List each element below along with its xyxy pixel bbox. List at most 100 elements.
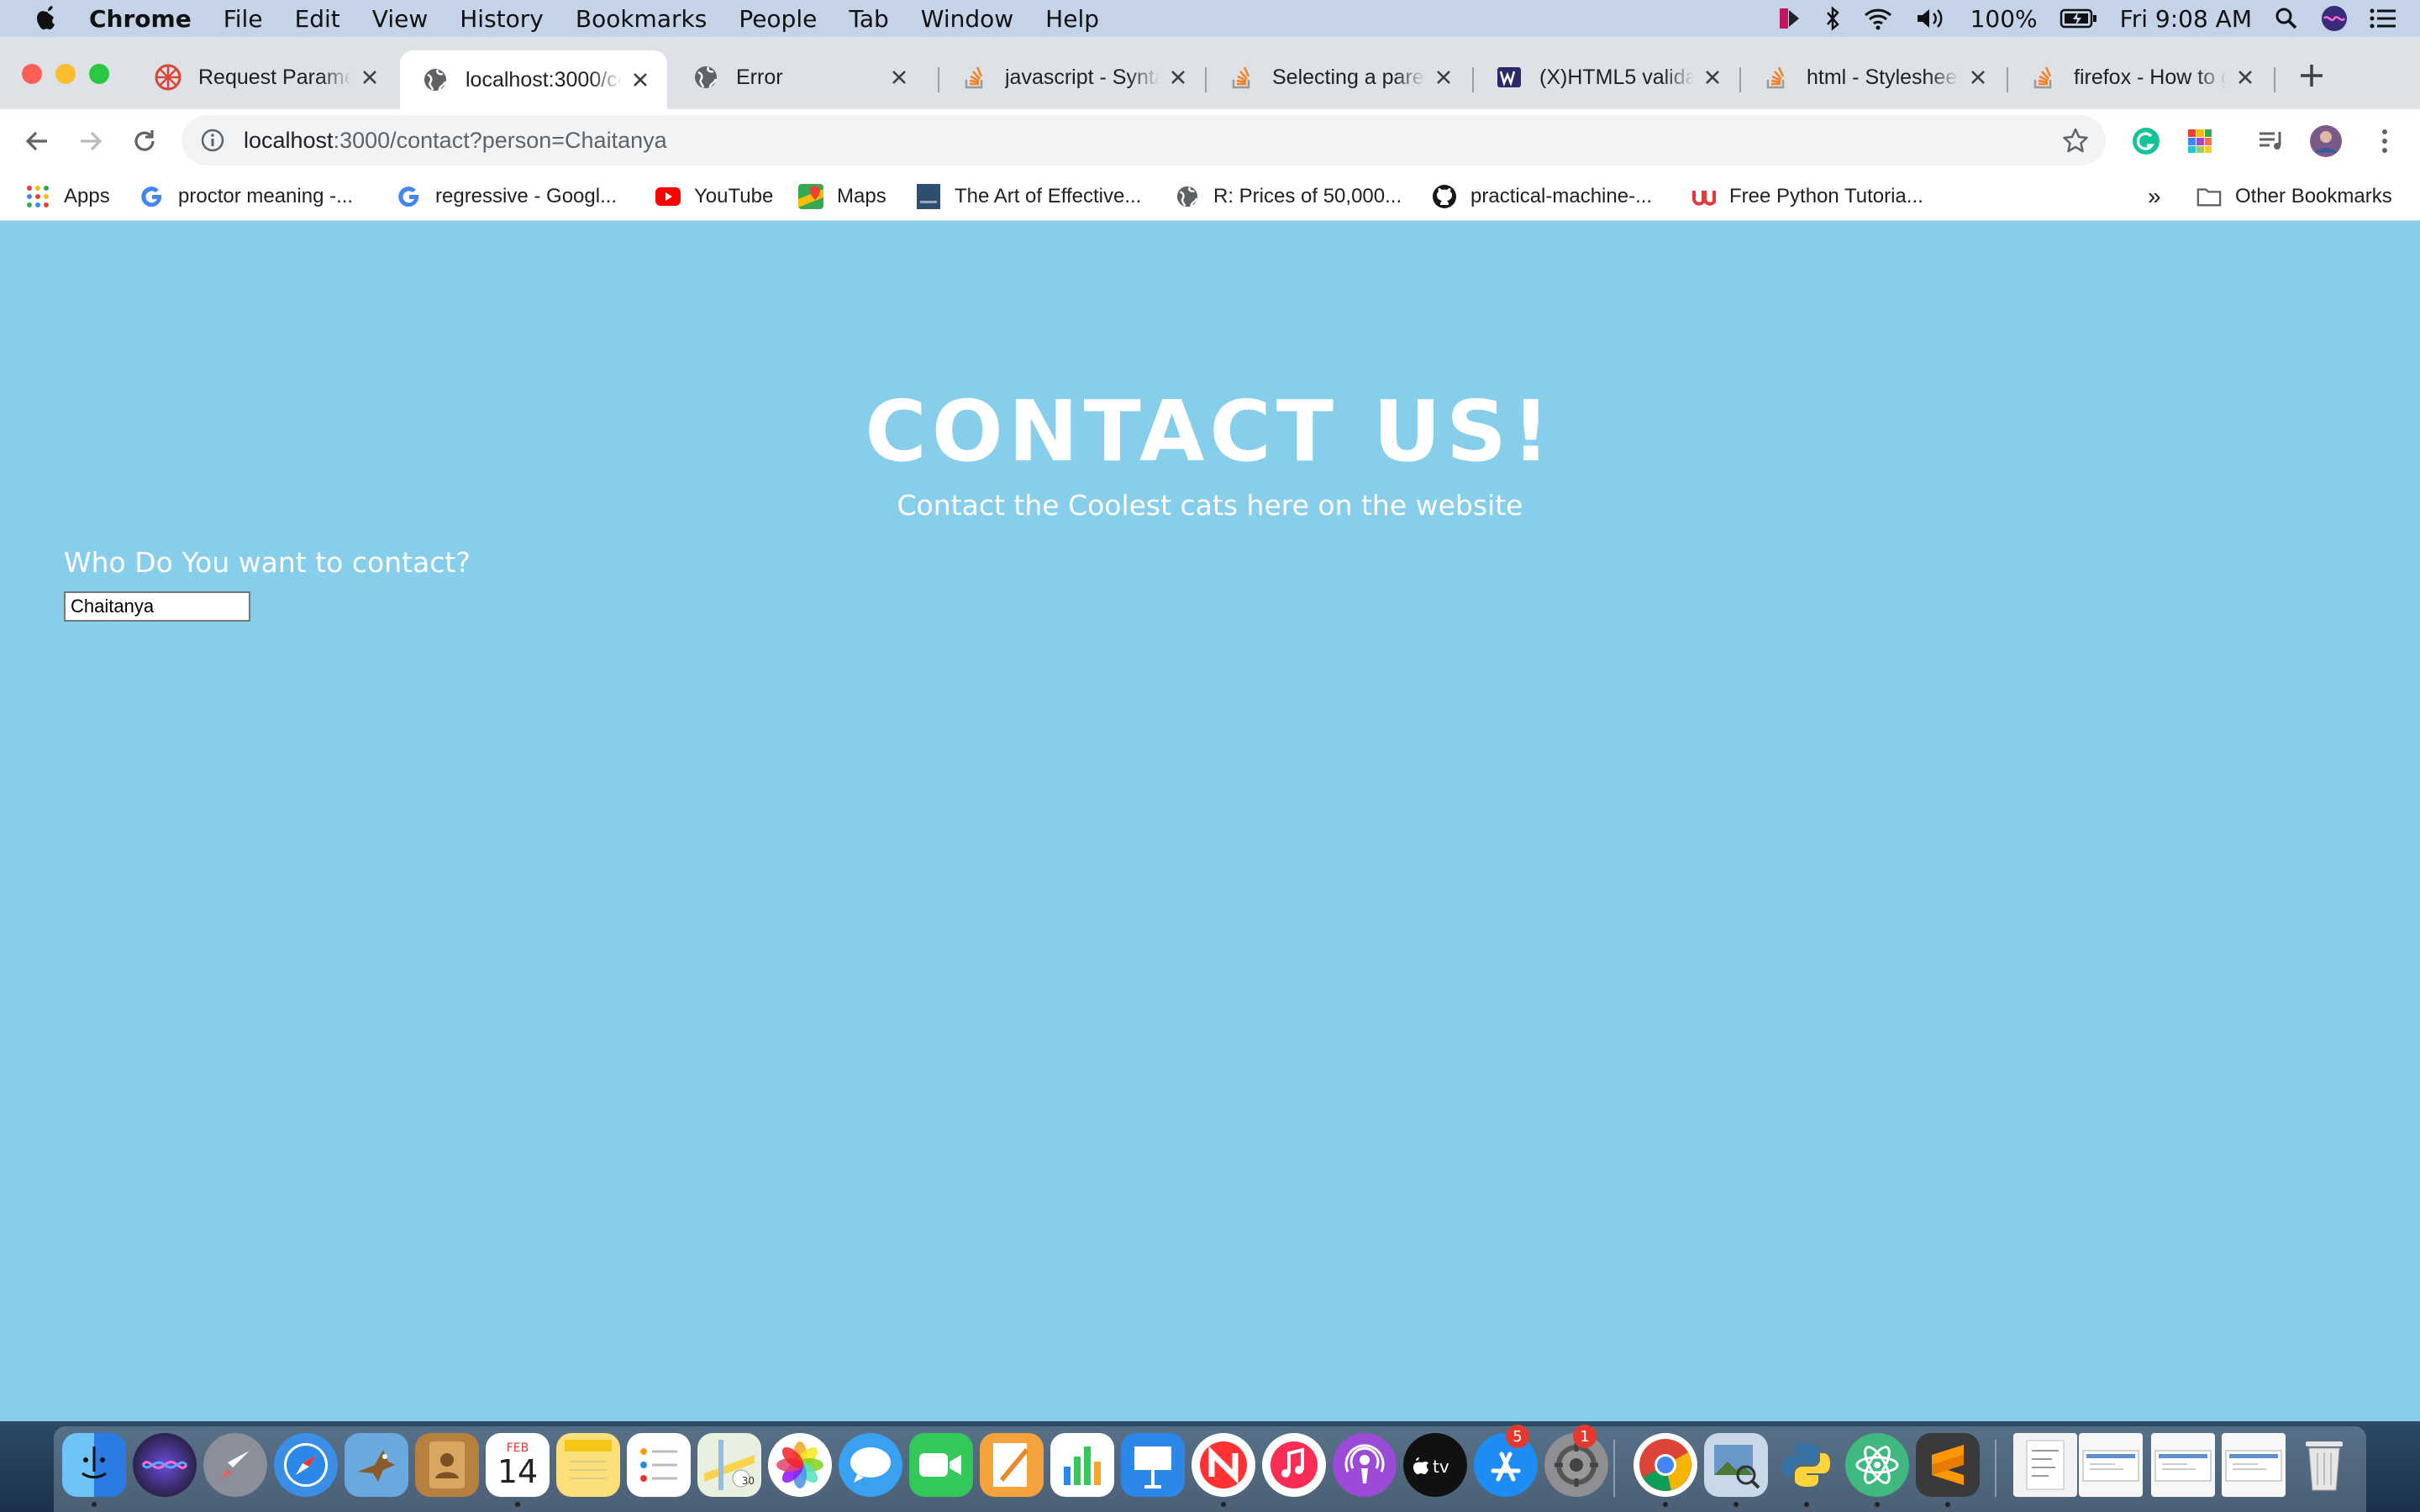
sublime-text-icon[interactable] [1916,1433,1980,1497]
close-tab-icon[interactable] [887,66,911,89]
reminders-icon[interactable] [627,1433,691,1497]
bookmark-practical-machine[interactable]: practical-machine-... [1432,173,1652,220]
bookmark-star-icon[interactable] [2062,127,2089,154]
screenshot-thumbnail-icon[interactable] [2079,1433,2143,1497]
bookmark-art-of-effective[interactable]: The Art of Effective... [916,173,1141,220]
mail-eagle-icon[interactable] [345,1433,408,1497]
browser-toolbar: localhost:3000/contact?person=Chaitanya [0,109,2420,173]
forward-button[interactable] [74,124,108,158]
bookmark-maps[interactable]: Maps [798,173,886,220]
chrome-menu-icon[interactable] [2368,124,2402,158]
bookmark-youtube[interactable]: YouTube [655,173,773,220]
wifi-icon[interactable] [1863,6,1893,31]
trash-icon[interactable] [2292,1433,2356,1497]
bookmark-apps[interactable]: Apps [25,173,110,220]
close-window-button[interactable] [22,64,42,84]
tab-html5-validation[interactable]: (X)HTML5 validation [1474,52,1739,102]
color-extension-icon[interactable] [2183,124,2217,158]
screenshot-thumbnail-icon[interactable] [2151,1433,2215,1497]
status-app-icon[interactable] [1777,6,1802,31]
news-icon[interactable] [1192,1433,1255,1497]
maps-app-icon[interactable]: 30 [697,1433,761,1497]
url-path: :3000/contact?person=Chaitanya [333,127,667,153]
back-button[interactable] [20,124,54,158]
menu-file[interactable]: File [224,5,263,33]
other-bookmarks-folder[interactable]: Other Bookmarks [2196,173,2392,220]
menu-bookmarks[interactable]: Bookmarks [576,5,707,33]
tab-html-stylesheet[interactable]: html - Stylesheet [1741,52,2005,102]
music-icon[interactable] [1262,1433,1326,1497]
bookmarks-overflow-button[interactable]: » [2148,173,2161,220]
menubar-clock[interactable]: Fri 9:08 AM [2120,5,2252,33]
zoom-window-button[interactable] [89,64,109,84]
safari-icon[interactable] [274,1433,338,1497]
facetime-icon[interactable] [909,1433,973,1497]
app-store-icon[interactable] [1474,1433,1538,1497]
bookmark-proctor-meaning[interactable]: proctor meaning -... [139,173,353,220]
globe-icon [422,66,449,93]
atom-icon[interactable] [1845,1433,1909,1497]
notification-center-icon[interactable] [2370,8,2396,29]
menu-chrome[interactable]: Chrome [89,5,192,33]
close-tab-icon[interactable] [1701,66,1724,89]
chrome-icon[interactable] [1634,1433,1697,1497]
finder-icon[interactable] [62,1433,126,1497]
launchpad-icon[interactable] [203,1433,267,1497]
person-input[interactable] [64,591,250,622]
apple-tv-icon[interactable]: tv [1403,1433,1467,1497]
site-info-icon[interactable] [200,128,225,153]
new-tab-button[interactable] [2296,60,2327,91]
menu-tab[interactable]: Tab [849,5,888,33]
tab-firefox-how-to[interactable]: firefox - How to get [2008,52,2272,102]
tab-localhost-contact[interactable]: localhost:3000/contact?person=Chaitanya [400,50,667,109]
menu-people[interactable]: People [739,5,817,33]
tab-selecting-parent[interactable]: Selecting a parent [1207,52,1470,102]
contacts-icon[interactable] [415,1433,479,1497]
notes-icon[interactable] [556,1433,620,1497]
close-tab-icon[interactable] [358,66,381,89]
battery-icon[interactable] [2060,8,2098,29]
close-tab-icon[interactable] [1166,66,1190,89]
macos-dock: FEB 14 30 tv 5 1 [0,1421,2420,1512]
downloads-stack-icon[interactable] [2013,1433,2077,1497]
media-controls-icon[interactable] [2255,124,2289,158]
pages-icon[interactable] [980,1433,1044,1497]
minimize-window-button[interactable] [55,64,76,84]
keynote-icon[interactable] [1121,1433,1185,1497]
siri-icon[interactable] [133,1433,197,1497]
preview-icon[interactable] [1704,1433,1768,1497]
bookmark-free-python[interactable]: Free Python Tutoria... [1691,173,1923,220]
stackoverflow-icon [1228,64,1255,91]
bluetooth-icon[interactable] [1824,6,1841,31]
podcasts-icon[interactable] [1333,1433,1397,1497]
reload-button[interactable] [128,124,161,158]
menu-help[interactable]: Help [1045,5,1099,33]
siri-icon[interactable] [2321,5,2348,32]
bookmark-regressive[interactable]: regressive - Googl... [397,173,617,220]
photos-icon[interactable] [768,1433,832,1497]
close-tab-icon[interactable] [1966,66,1990,89]
profile-avatar[interactable] [2309,124,2343,158]
running-indicator [1663,1502,1668,1507]
calendar-icon[interactable]: FEB 14 [486,1433,550,1497]
address-bar[interactable]: localhost:3000/contact?person=Chaitanya [182,115,2106,165]
tab-error[interactable]: Error [671,52,926,102]
python-launcher-icon[interactable] [1775,1433,1839,1497]
close-tab-icon[interactable] [2233,66,2257,89]
numbers-icon[interactable] [1050,1433,1114,1497]
close-tab-icon[interactable] [629,68,652,92]
menu-history[interactable]: History [460,5,544,33]
menu-view[interactable]: View [372,5,428,33]
apple-menu-icon[interactable] [30,2,64,35]
messages-icon[interactable] [839,1433,902,1497]
spotlight-search-icon[interactable] [2274,6,2299,31]
close-tab-icon[interactable] [1432,66,1455,89]
menu-edit[interactable]: Edit [295,5,340,33]
bookmark-prices-of-50000[interactable]: R: Prices of 50,000... [1175,173,1402,220]
screenshot-thumbnail-icon[interactable] [2222,1433,2286,1497]
tab-request-parameters[interactable]: Request Parameters [133,52,397,102]
menu-window[interactable]: Window [921,5,1013,33]
grammarly-extension-icon[interactable] [2129,124,2163,158]
tab-javascript-syntax[interactable]: javascript - Syntax [939,52,1205,102]
volume-icon[interactable] [1915,6,1949,31]
